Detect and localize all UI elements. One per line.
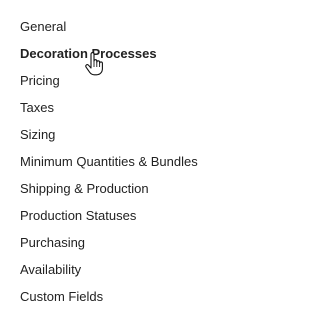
nav-item-label: Availability — [20, 261, 82, 277]
settings-nav: General Decoration Processes Pricing Tax… — [0, 0, 220, 315]
nav-item-decoration-processes[interactable]: Decoration Processes — [20, 40, 216, 67]
nav-item-label: Taxes — [20, 99, 54, 115]
nav-item-production-statuses[interactable]: Production Statuses — [20, 202, 216, 229]
nav-item-label: Production Statuses — [20, 207, 137, 223]
nav-item-label: Minimum Quantities & Bundles — [20, 153, 198, 169]
settings-nav-list: General Decoration Processes Pricing Tax… — [20, 13, 216, 310]
nav-item-availability[interactable]: Availability — [20, 256, 216, 283]
nav-item-minimum-quantities-bundles[interactable]: Minimum Quantities & Bundles — [20, 148, 216, 175]
nav-item-label: Shipping & Production — [20, 180, 149, 196]
nav-item-label: General — [20, 18, 67, 34]
nav-item-label: Purchasing — [20, 234, 86, 250]
nav-item-shipping-production[interactable]: Shipping & Production — [20, 175, 216, 202]
nav-item-pricing[interactable]: Pricing — [20, 67, 216, 94]
nav-item-general[interactable]: General — [20, 13, 216, 40]
nav-item-custom-fields[interactable]: Custom Fields — [20, 283, 216, 310]
nav-item-label: Sizing — [20, 126, 56, 142]
nav-item-purchasing[interactable]: Purchasing — [20, 229, 216, 256]
nav-item-label: Pricing — [20, 72, 60, 88]
nav-item-taxes[interactable]: Taxes — [20, 94, 216, 121]
nav-item-sizing[interactable]: Sizing — [20, 121, 216, 148]
nav-item-label: Decoration Processes — [20, 45, 157, 61]
nav-item-label: Custom Fields — [20, 288, 104, 304]
